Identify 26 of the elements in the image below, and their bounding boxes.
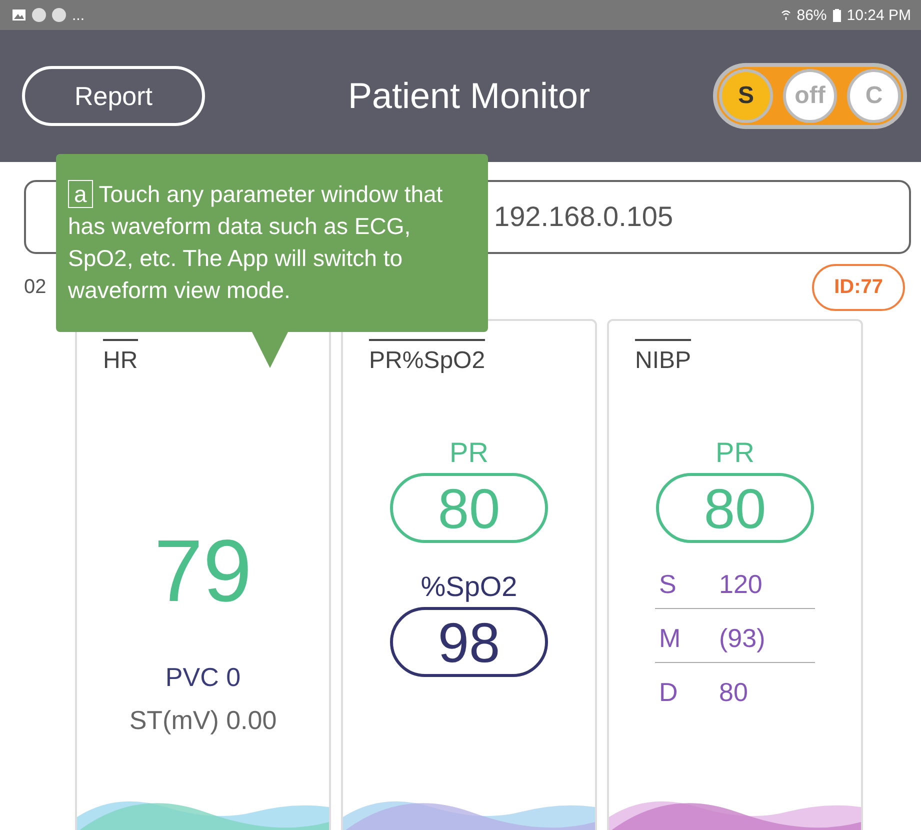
- reading-label: D: [659, 677, 679, 708]
- st-text: ST(mV) 0.00: [129, 705, 277, 736]
- spo2-value: 98: [390, 607, 548, 677]
- reading-value: (93): [719, 623, 766, 654]
- more-notifications-text: ...: [72, 6, 85, 24]
- card-title: NIBP: [635, 339, 692, 375]
- reading-value: 120: [719, 569, 762, 600]
- pr-label: PR: [716, 437, 754, 469]
- reading-label: S: [659, 569, 678, 600]
- pvc-text: PVC 0: [165, 662, 241, 693]
- reading-label: M: [659, 623, 679, 654]
- clock-time: 10:24 PM: [846, 6, 911, 24]
- app-title: Patient Monitor: [346, 75, 592, 117]
- pr-value: 80: [656, 473, 814, 543]
- card-title: PR%SpO2: [369, 339, 486, 375]
- date-text: 02: [24, 276, 46, 299]
- card-title: HR: [103, 339, 138, 375]
- reading-value: 80: [719, 677, 748, 708]
- id-badge: ID:77: [812, 264, 905, 311]
- ip-address: 192.168.0.105: [494, 201, 674, 233]
- pr-label: PR: [450, 437, 488, 469]
- heart-rate-value: 79: [154, 520, 252, 622]
- pr-value: 80: [390, 473, 548, 543]
- spo2-label: %SpO2: [420, 571, 518, 603]
- tooltip-text: a Touch any parameter window that has waveform data such as ECG, SpO2, etc. The App will switch to waveform view mode.: [68, 179, 444, 305]
- battery-percent: 86%: [796, 6, 827, 24]
